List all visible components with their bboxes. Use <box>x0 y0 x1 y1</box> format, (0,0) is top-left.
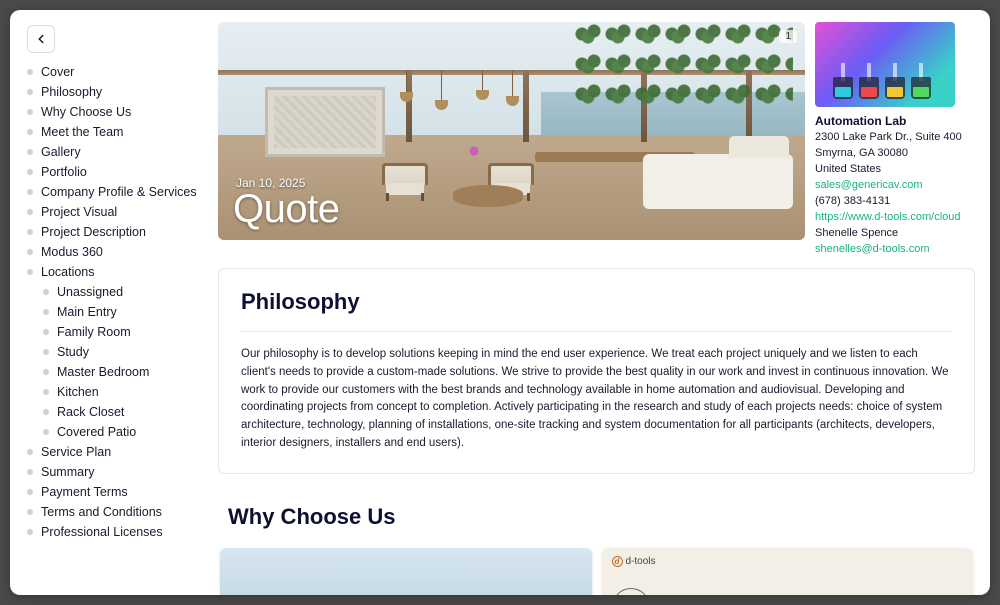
company-email[interactable]: sales@genericav.com <box>815 178 975 194</box>
philosophy-section: Philosophy Our philosophy is to develop … <box>218 268 975 474</box>
company-name: Automation Lab <box>815 113 975 130</box>
company-addr1: 2300 Lake Park Dr., Suite 400 <box>815 130 975 146</box>
nav-label: Why Choose Us <box>41 105 131 119</box>
sidebar-item-covered-patio[interactable]: Covered Patio <box>43 422 200 442</box>
nav-label: Payment Terms <box>41 485 128 499</box>
sidebar-item-portfolio[interactable]: Portfolio <box>27 162 200 182</box>
sidebar-item-main-entry[interactable]: Main Entry <box>43 302 200 322</box>
divider <box>241 331 952 332</box>
sidebar-item-why-choose-us[interactable]: Why Choose Us <box>27 102 200 122</box>
nav-label: Philosophy <box>41 85 102 99</box>
why-tile-1[interactable] <box>220 548 592 595</box>
nav-label: Modus 360 <box>41 245 103 259</box>
hero-badge: 1 <box>779 30 797 43</box>
nav-label: Locations <box>41 265 95 279</box>
sidebar-item-meet-team[interactable]: Meet the Team <box>27 122 200 142</box>
philosophy-body: Our philosophy is to develop solutions k… <box>241 346 952 453</box>
nav-label: Company Profile & Services <box>41 185 197 199</box>
sidebar-item-terms-conditions[interactable]: Terms and Conditions <box>27 502 200 522</box>
company-country: United States <box>815 162 975 178</box>
sidebar-item-philosophy[interactable]: Philosophy <box>27 82 200 102</box>
company-card: Automation Lab 2300 Lake Park Dr., Suite… <box>815 22 975 258</box>
nav-label: Project Description <box>41 225 146 239</box>
why-tile-2[interactable]: d d-tools <box>602 548 974 595</box>
company-info: Automation Lab 2300 Lake Park Dr., Suite… <box>815 113 975 258</box>
sidebar-item-rack-closet[interactable]: Rack Closet <box>43 402 200 422</box>
main-content: 1 Jan 10, 2025 Quote Automation Lab 2300… <box>210 10 990 595</box>
nav-label: Summary <box>41 465 94 479</box>
nav-label: Family Room <box>57 325 131 339</box>
nav-label: Terms and Conditions <box>41 505 162 519</box>
nav-label: Meet the Team <box>41 125 123 139</box>
sidebar-item-unassigned[interactable]: Unassigned <box>43 282 200 302</box>
sidebar-item-gallery[interactable]: Gallery <box>27 142 200 162</box>
company-phone: (678) 383-4131 <box>815 194 975 210</box>
why-tiles: d d-tools <box>218 548 975 595</box>
nav-label: Rack Closet <box>57 405 124 419</box>
nav-list: Cover Philosophy Why Choose Us Meet the … <box>27 62 200 542</box>
nav-label: Master Bedroom <box>57 365 149 379</box>
nav-label: Portfolio <box>41 165 87 179</box>
nav-label: Main Entry <box>57 305 117 319</box>
sidebar-item-payment-terms[interactable]: Payment Terms <box>27 482 200 502</box>
nav-label: Project Visual <box>41 205 117 219</box>
why-choose-us-title: Why Choose Us <box>228 504 975 530</box>
company-contact-email[interactable]: shenelles@d-tools.com <box>815 242 975 258</box>
app-frame: Cover Philosophy Why Choose Us Meet the … <box>10 10 990 595</box>
arrow-left-icon <box>34 32 48 46</box>
sidebar-item-summary[interactable]: Summary <box>27 462 200 482</box>
hero-title: Quote <box>233 187 339 232</box>
dtools-text: d-tools <box>626 556 656 567</box>
nav-sublist-locations: Unassigned Main Entry Family Room Study … <box>27 282 200 442</box>
sidebar-item-service-plan[interactable]: Service Plan <box>27 442 200 462</box>
sidebar-item-professional-licenses[interactable]: Professional Licenses <box>27 522 200 542</box>
sidebar-item-family-room[interactable]: Family Room <box>43 322 200 342</box>
sidebar-item-locations[interactable]: Locations <box>27 262 200 282</box>
dtools-icon: d <box>612 556 623 567</box>
sidebar-item-master-bedroom[interactable]: Master Bedroom <box>43 362 200 382</box>
sidebar-item-project-description[interactable]: Project Description <box>27 222 200 242</box>
nav-label: Professional Licenses <box>41 525 163 539</box>
company-logo <box>815 22 955 107</box>
dtools-logo: d d-tools <box>612 556 656 567</box>
company-addr2: Smyrna, GA 30080 <box>815 146 975 162</box>
philosophy-title: Philosophy <box>241 289 952 315</box>
sidebar-item-project-visual[interactable]: Project Visual <box>27 202 200 222</box>
sidebar-item-company-profile[interactable]: Company Profile & Services <box>27 182 200 202</box>
sidebar-item-cover[interactable]: Cover <box>27 62 200 82</box>
company-contact: Shenelle Spence <box>815 226 975 242</box>
sidebar-item-modus-360[interactable]: Modus 360 <box>27 242 200 262</box>
company-url[interactable]: https://www.d-tools.com/cloud <box>815 210 975 226</box>
nav-label: Cover <box>41 65 74 79</box>
nav-label: Kitchen <box>57 385 99 399</box>
cover-hero: 1 Jan 10, 2025 Quote <box>218 22 805 240</box>
nav-label: Study <box>57 345 89 359</box>
nav-label: Unassigned <box>57 285 123 299</box>
hero-row: 1 Jan 10, 2025 Quote Automation Lab 2300… <box>218 22 975 258</box>
back-button[interactable] <box>27 25 55 53</box>
nav-label: Covered Patio <box>57 425 136 439</box>
nav-label: Service Plan <box>41 445 111 459</box>
clock-icon <box>612 588 650 595</box>
nav-label: Gallery <box>41 145 81 159</box>
sidebar-item-kitchen[interactable]: Kitchen <box>43 382 200 402</box>
sidebar-item-study[interactable]: Study <box>43 342 200 362</box>
sidebar: Cover Philosophy Why Choose Us Meet the … <box>10 10 210 595</box>
